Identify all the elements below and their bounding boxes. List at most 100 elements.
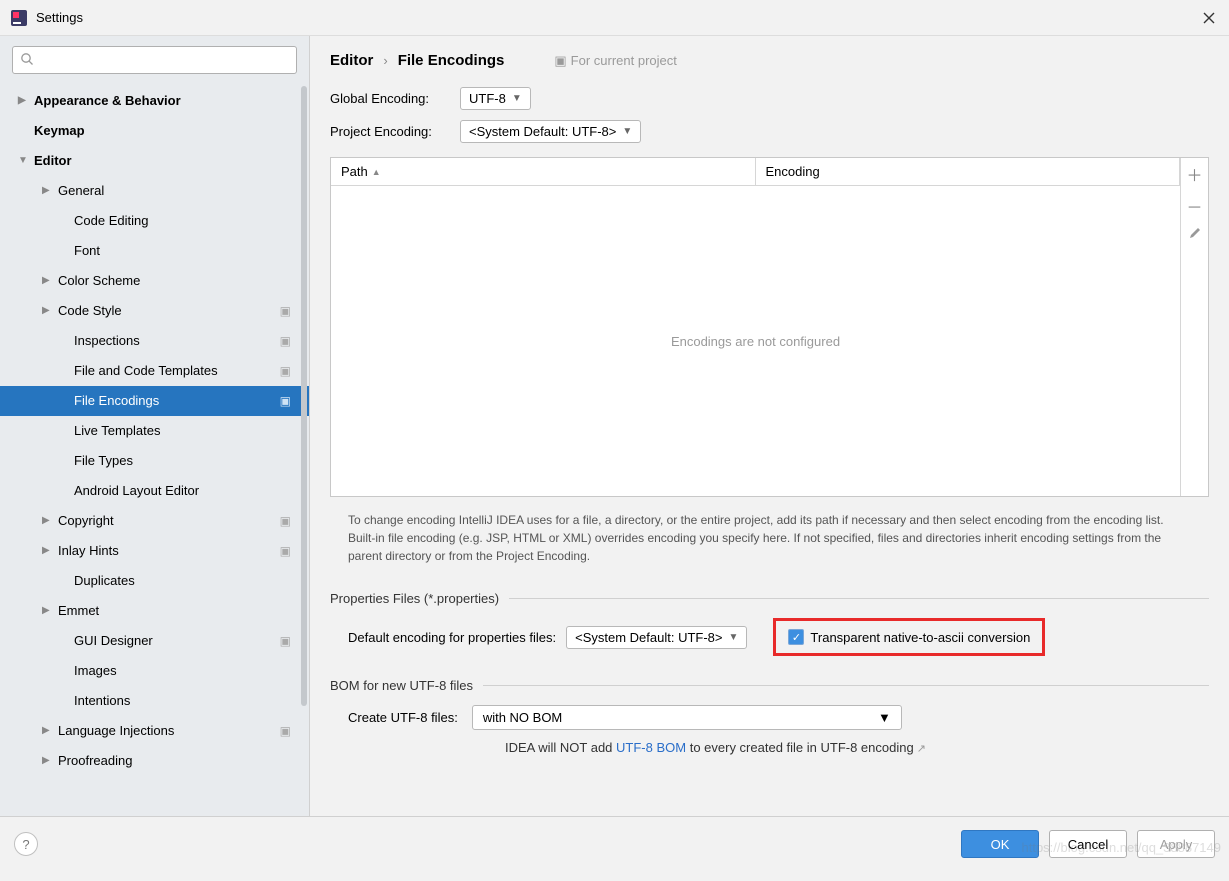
title-bar: Settings — [0, 0, 1229, 36]
chevron-right-icon — [18, 86, 30, 116]
global-encoding-dropdown[interactable]: UTF-8 ▼ — [460, 87, 531, 110]
sidebar-item-editor[interactable]: Editor — [0, 146, 309, 176]
project-scope-icon: ▣ — [280, 506, 291, 536]
chevron-right-icon — [42, 596, 54, 626]
sidebar-item-label: Keymap — [34, 116, 85, 146]
sidebar-item-label: Inlay Hints — [58, 536, 119, 566]
sidebar-item-color-scheme[interactable]: Color Scheme — [0, 266, 309, 296]
project-scope-icon: ▣ — [280, 326, 291, 356]
app-icon — [10, 9, 28, 27]
sidebar-item-label: Duplicates — [74, 566, 135, 596]
sidebar-item-label: Appearance & Behavior — [34, 86, 181, 116]
add-button[interactable]: ＋ — [1181, 162, 1208, 186]
sidebar-item-label: Font — [74, 236, 100, 266]
chevron-right-icon: › — [383, 53, 387, 68]
sort-asc-icon: ▲ — [372, 167, 381, 177]
sidebar-item-intentions[interactable]: Intentions — [0, 686, 309, 716]
sidebar-item-gui-designer[interactable]: GUI Designer▣ — [0, 626, 309, 656]
copy-icon: ▣ — [554, 53, 566, 69]
sidebar-item-label: Editor — [34, 146, 72, 176]
transparent-ascii-checkbox[interactable]: ✓ Transparent native-to-ascii conversion — [788, 629, 1030, 645]
chevron-down-icon: ▼ — [512, 93, 522, 104]
sidebar: Appearance & BehaviorKeymapEditorGeneral… — [0, 36, 310, 816]
help-button[interactable]: ? — [14, 832, 38, 856]
sidebar-item-file-types[interactable]: File Types — [0, 446, 309, 476]
sidebar-item-android-layout-editor[interactable]: Android Layout Editor — [0, 476, 309, 506]
utf8-bom-link[interactable]: UTF-8 BOM — [616, 740, 686, 755]
project-scope-note: ▣ For current project — [554, 53, 677, 69]
breadcrumb-leaf: File Encodings — [398, 52, 505, 69]
sidebar-item-code-editing[interactable]: Code Editing — [0, 206, 309, 236]
sidebar-item-label: Intentions — [74, 686, 130, 716]
sidebar-item-label: Code Editing — [74, 206, 148, 236]
column-encoding[interactable]: Encoding — [756, 158, 1181, 185]
project-scope-icon: ▣ — [280, 386, 291, 416]
bom-create-dropdown[interactable]: with NO BOM ▼ — [472, 705, 902, 730]
sidebar-item-label: File Encodings — [74, 386, 159, 416]
scrollbar[interactable] — [301, 86, 307, 706]
table-empty-message: Encodings are not configured — [331, 186, 1180, 496]
sidebar-item-label: Live Templates — [74, 416, 160, 446]
sidebar-item-label: File and Code Templates — [74, 356, 218, 386]
sidebar-item-live-templates[interactable]: Live Templates — [0, 416, 309, 446]
sidebar-item-label: Android Layout Editor — [74, 476, 199, 506]
chevron-right-icon — [42, 506, 54, 536]
sidebar-item-label: Images — [74, 656, 117, 686]
chevron-right-icon — [42, 296, 54, 326]
breadcrumb: Editor › File Encodings ▣ For current pr… — [330, 52, 1209, 69]
close-icon[interactable] — [1199, 8, 1219, 28]
sidebar-item-images[interactable]: Images — [0, 656, 309, 686]
properties-section-header: Properties Files (*.properties) — [330, 591, 499, 606]
sidebar-item-copyright[interactable]: Copyright ▣ — [0, 506, 309, 536]
sidebar-item-label: Emmet — [58, 596, 99, 626]
sidebar-item-file-and-code-templates[interactable]: File and Code Templates▣ — [0, 356, 309, 386]
chevron-down-icon: ▼ — [622, 126, 632, 137]
chevron-right-icon — [42, 746, 54, 776]
bom-create-label: Create UTF-8 files: — [348, 710, 458, 725]
chevron-down-icon: ▼ — [729, 632, 739, 643]
properties-encoding-label: Default encoding for properties files: — [348, 630, 556, 645]
highlight-annotation: ✓ Transparent native-to-ascii conversion — [773, 618, 1045, 656]
content-pane: Editor › File Encodings ▣ For current pr… — [310, 36, 1229, 816]
search-icon — [20, 52, 34, 69]
sidebar-item-label: Color Scheme — [58, 266, 140, 296]
bom-section-header: BOM for new UTF-8 files — [330, 678, 473, 693]
column-path[interactable]: Path ▲ — [331, 158, 756, 185]
sidebar-item-label: Proofreading — [58, 746, 132, 776]
edit-button[interactable] — [1181, 226, 1208, 245]
cancel-button[interactable]: Cancel — [1049, 830, 1127, 858]
remove-button[interactable]: － — [1181, 194, 1208, 218]
breadcrumb-root[interactable]: Editor — [330, 52, 373, 69]
window-title: Settings — [36, 10, 1199, 25]
chevron-right-icon — [42, 716, 54, 746]
properties-encoding-dropdown[interactable]: <System Default: UTF-8> ▼ — [566, 626, 747, 649]
chevron-down-icon — [18, 146, 30, 176]
sidebar-item-appearance-behavior[interactable]: Appearance & Behavior — [0, 86, 309, 116]
sidebar-item-code-style[interactable]: Code Style▣ — [0, 296, 309, 326]
sidebar-item-label: Language Injections — [58, 716, 174, 746]
sidebar-item-label: GUI Designer — [74, 626, 153, 656]
sidebar-item-inspections[interactable]: Inspections▣ — [0, 326, 309, 356]
checkbox-checked-icon: ✓ — [788, 629, 804, 645]
bottom-bar: ? OK Cancel Apply — [0, 816, 1229, 871]
ok-button[interactable]: OK — [961, 830, 1039, 858]
chevron-right-icon — [42, 266, 54, 296]
search-input[interactable] — [12, 46, 297, 74]
sidebar-item-font[interactable]: Font — [0, 236, 309, 266]
sidebar-item-label: Copyright — [58, 506, 114, 536]
sidebar-item-keymap[interactable]: Keymap — [0, 116, 309, 146]
encoding-table: Path ▲ Encoding Encodings are not config… — [330, 157, 1209, 497]
sidebar-item-duplicates[interactable]: Duplicates — [0, 566, 309, 596]
sidebar-item-language-injections[interactable]: Language Injections▣ — [0, 716, 309, 746]
sidebar-item-inlay-hints[interactable]: Inlay Hints ▣ — [0, 536, 309, 566]
sidebar-item-proofreading[interactable]: Proofreading — [0, 746, 309, 776]
project-scope-icon: ▣ — [280, 536, 291, 566]
help-text: To change encoding IntelliJ IDEA uses fo… — [348, 511, 1191, 565]
external-link-icon: ↗ — [917, 743, 926, 755]
sidebar-item-file-encodings[interactable]: File Encodings ▣ — [0, 386, 309, 416]
apply-button[interactable]: Apply — [1137, 830, 1215, 858]
project-encoding-dropdown[interactable]: <System Default: UTF-8> ▼ — [460, 120, 641, 143]
sidebar-item-emmet[interactable]: Emmet — [0, 596, 309, 626]
sidebar-item-general[interactable]: General — [0, 176, 309, 206]
project-encoding-label: Project Encoding: — [330, 124, 460, 139]
